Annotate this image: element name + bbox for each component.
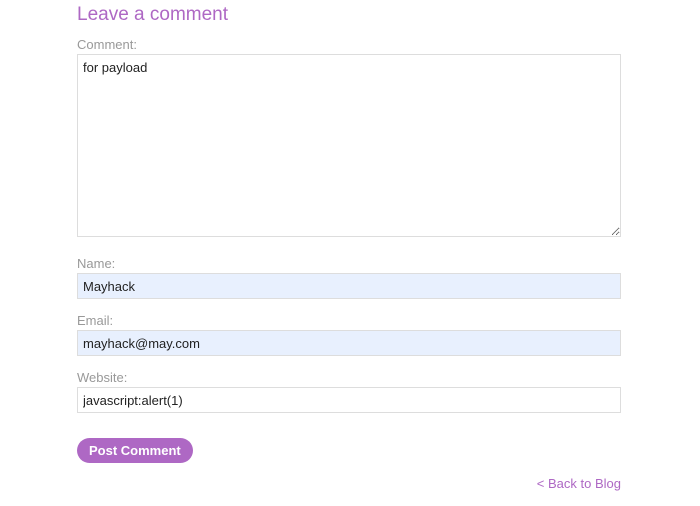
website-label: Website: — [77, 370, 128, 385]
email-label: Email: — [77, 313, 114, 328]
name-label: Name: — [77, 256, 116, 271]
comment-textarea[interactable]: for payload — [77, 54, 621, 237]
name-input[interactable] — [77, 273, 621, 299]
website-input[interactable] — [77, 387, 621, 413]
post-comment-button[interactable]: Post Comment — [77, 438, 193, 463]
email-input[interactable] — [77, 330, 621, 356]
form-heading: Leave a comment — [77, 4, 229, 25]
comment-label: Comment: — [77, 37, 137, 52]
back-to-blog-link[interactable]: < Back to Blog — [537, 476, 621, 491]
